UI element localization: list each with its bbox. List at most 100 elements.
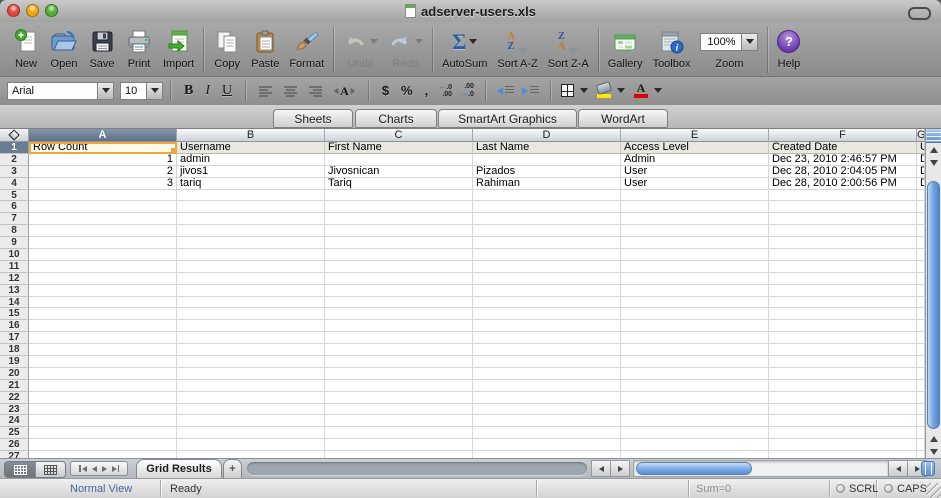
cell-E9[interactable]	[621, 237, 769, 250]
cell-E12[interactable]	[621, 272, 769, 285]
row-header-14[interactable]: 14	[0, 296, 29, 309]
cell-F11[interactable]	[769, 260, 917, 273]
cell-D19[interactable]	[473, 356, 621, 368]
font-size-dropdown-button[interactable]	[146, 81, 163, 100]
cell-D12[interactable]	[473, 272, 621, 285]
decrease-decimal-button[interactable]: ←.0 .00	[438, 83, 452, 99]
autosum-button[interactable]: Σ AutoSum	[442, 25, 487, 70]
scroll-down-button[interactable]	[926, 156, 941, 169]
last-sheet-button[interactable]	[111, 465, 119, 472]
cell-F23[interactable]	[769, 403, 917, 416]
cell-D10[interactable]	[473, 249, 621, 261]
cell-B18[interactable]	[177, 344, 325, 357]
cell-G3[interactable]: D	[917, 165, 925, 178]
percent-format-button[interactable]: %	[401, 83, 413, 98]
cell-E14[interactable]	[621, 296, 769, 309]
cell-A12[interactable]	[29, 272, 177, 285]
previous-sheet-button[interactable]	[91, 465, 97, 472]
underline-button[interactable]: U	[222, 83, 232, 99]
cell-E10[interactable]	[621, 249, 769, 261]
fill-color-dropdown-arrow[interactable]	[616, 88, 625, 93]
cell-G21[interactable]	[917, 379, 925, 392]
undo-dropdown-arrow[interactable]	[370, 39, 379, 44]
cell-G1[interactable]: U	[917, 142, 925, 154]
tab-sheets[interactable]: Sheets	[273, 109, 353, 128]
cell-B23[interactable]	[177, 403, 325, 416]
cell-G10[interactable]	[917, 249, 925, 261]
row-header-25[interactable]: 25	[0, 427, 29, 440]
view-mode-label[interactable]: Normal View	[70, 479, 132, 498]
cell-B13[interactable]	[177, 284, 325, 297]
cell-B26[interactable]	[177, 439, 325, 452]
cell-C21[interactable]	[325, 379, 473, 392]
cell-C2[interactable]	[325, 153, 473, 166]
cell-D27[interactable]	[473, 451, 621, 458]
column-header-G[interactable]: G	[917, 129, 925, 142]
first-sheet-button[interactable]	[79, 465, 87, 472]
font-color-dropdown-arrow[interactable]	[653, 88, 662, 93]
align-center-button[interactable]	[283, 85, 298, 97]
bold-button[interactable]: B	[184, 83, 193, 99]
cell-D16[interactable]	[473, 320, 621, 333]
cell-A11[interactable]	[29, 260, 177, 273]
cell-E6[interactable]	[621, 201, 769, 214]
cell-G9[interactable]	[917, 237, 925, 250]
cell-G22[interactable]	[917, 391, 925, 404]
cell-C14[interactable]	[325, 296, 473, 309]
cell-D18[interactable]	[473, 344, 621, 357]
cell-C3[interactable]: Jivosnican	[325, 165, 473, 178]
column-header-C[interactable]: C	[325, 129, 473, 142]
cell-C15[interactable]	[325, 308, 473, 321]
cell-A25[interactable]	[29, 427, 177, 440]
cell-B12[interactable]	[177, 272, 325, 285]
wrap-text-button[interactable]: A	[333, 85, 356, 97]
cell-B15[interactable]	[177, 308, 325, 321]
cell-B8[interactable]	[177, 225, 325, 238]
font-color-button[interactable]: A	[633, 82, 648, 98]
cell-A22[interactable]	[29, 391, 177, 404]
cell-C8[interactable]	[325, 225, 473, 238]
toolbox-button[interactable]: i Toolbox	[653, 25, 690, 70]
cell-A19[interactable]	[29, 356, 177, 368]
horizontal-split-handle[interactable]	[921, 461, 935, 476]
cell-E4[interactable]: User	[621, 177, 769, 190]
title-bar[interactable]: adserver-users.xls	[0, 0, 941, 23]
row-header-19[interactable]: 19	[0, 356, 29, 368]
sort-az-button[interactable]: AZ Sort A-Z	[497, 25, 537, 70]
cell-A10[interactable]	[29, 249, 177, 261]
tab-charts[interactable]: Charts	[355, 109, 437, 128]
column-header-E[interactable]: E	[621, 129, 769, 142]
horizontal-scroll-thumb[interactable]	[636, 462, 752, 475]
page-layout-view-button[interactable]	[35, 462, 65, 477]
vertical-scroll-thumb[interactable]	[927, 181, 940, 429]
cell-A18[interactable]	[29, 344, 177, 357]
cell-D15[interactable]	[473, 308, 621, 321]
cell-C5[interactable]	[325, 189, 473, 202]
cell-F12[interactable]	[769, 272, 917, 285]
cell-D13[interactable]	[473, 284, 621, 297]
cell-G24[interactable]	[917, 415, 925, 428]
row-header-27[interactable]: 27	[0, 451, 29, 458]
format-button[interactable]: Format	[289, 25, 324, 70]
row-header-18[interactable]: 18	[0, 344, 29, 357]
cell-C17[interactable]	[325, 332, 473, 345]
cell-B20[interactable]	[177, 367, 325, 380]
cell-E20[interactable]	[621, 367, 769, 380]
cell-E27[interactable]	[621, 451, 769, 458]
cell-B17[interactable]	[177, 332, 325, 345]
cell-F16[interactable]	[769, 320, 917, 333]
cell-A13[interactable]	[29, 284, 177, 297]
cell-F13[interactable]	[769, 284, 917, 297]
cell-A24[interactable]	[29, 415, 177, 428]
cell-E19[interactable]	[621, 356, 769, 368]
cell-D17[interactable]	[473, 332, 621, 345]
cell-B10[interactable]	[177, 249, 325, 261]
cell-F20[interactable]	[769, 367, 917, 380]
cell-F15[interactable]	[769, 308, 917, 321]
resize-grip[interactable]	[926, 483, 941, 498]
cell-D14[interactable]	[473, 296, 621, 309]
cell-B24[interactable]	[177, 415, 325, 428]
cell-G8[interactable]	[917, 225, 925, 238]
cell-A4[interactable]: 3	[29, 177, 177, 190]
cell-B27[interactable]	[177, 451, 325, 458]
